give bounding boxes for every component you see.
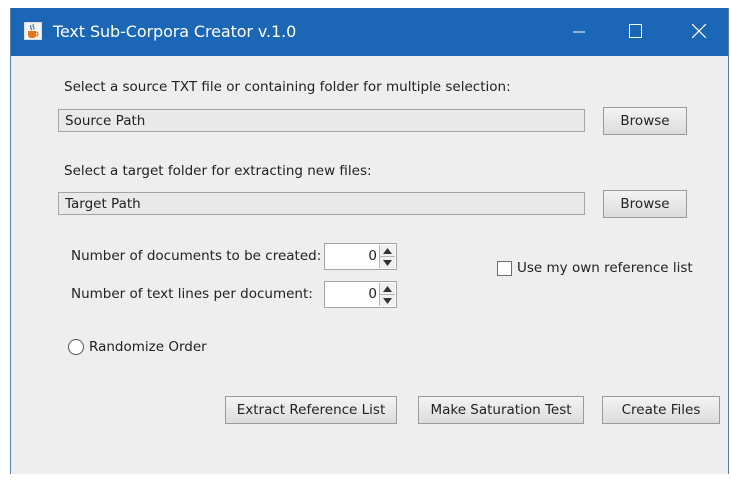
minimize-icon: [573, 31, 585, 33]
num-docs-label: Number of documents to be created:: [71, 248, 322, 264]
num-docs-spin-arrows: [379, 245, 395, 268]
num-lines-label: Number of text lines per document:: [71, 286, 313, 302]
target-browse-button[interactable]: Browse: [603, 190, 687, 218]
num-docs-spinner[interactable]: 0: [324, 243, 397, 270]
app-window: Text Sub-Corpora Creator v.1.0 Select a …: [10, 8, 729, 474]
arrow-up-icon: [383, 248, 392, 254]
title-bar[interactable]: Text Sub-Corpora Creator v.1.0: [11, 8, 728, 56]
source-path-field[interactable]: [58, 109, 585, 132]
randomize-radio[interactable]: [68, 339, 84, 355]
num-lines-decrement-button[interactable]: [380, 295, 395, 306]
reference-list-checkbox[interactable]: [497, 261, 512, 276]
minimize-button[interactable]: [551, 8, 607, 56]
target-label: Select a target folder for extracting ne…: [64, 163, 372, 179]
arrow-down-icon: [383, 260, 392, 266]
make-saturation-test-button[interactable]: Make Saturation Test: [418, 396, 584, 424]
num-lines-spin-arrows: [379, 283, 395, 306]
randomize-label[interactable]: Randomize Order: [89, 339, 207, 355]
arrow-down-icon: [383, 298, 392, 304]
num-lines-increment-button[interactable]: [380, 283, 395, 295]
num-docs-increment-button[interactable]: [380, 245, 395, 257]
arrow-up-icon: [383, 286, 392, 292]
source-browse-button[interactable]: Browse: [603, 107, 687, 135]
maximize-button[interactable]: [607, 8, 663, 56]
num-docs-decrement-button[interactable]: [380, 257, 395, 268]
num-docs-value[interactable]: 0: [368, 248, 377, 264]
num-lines-value[interactable]: 0: [368, 286, 377, 302]
window-title: Text Sub-Corpora Creator v.1.0: [53, 22, 297, 41]
reference-list-label[interactable]: Use my own reference list: [517, 260, 693, 276]
num-lines-spinner[interactable]: 0: [324, 281, 397, 308]
source-label: Select a source TXT file or containing f…: [64, 79, 511, 95]
create-files-button[interactable]: Create Files: [602, 396, 720, 424]
target-path-field[interactable]: [58, 192, 585, 215]
close-icon: [691, 23, 707, 39]
close-button[interactable]: [671, 8, 727, 56]
maximize-icon: [628, 24, 642, 38]
java-cup-icon: [23, 21, 43, 41]
extract-reference-list-button[interactable]: Extract Reference List: [225, 396, 397, 424]
